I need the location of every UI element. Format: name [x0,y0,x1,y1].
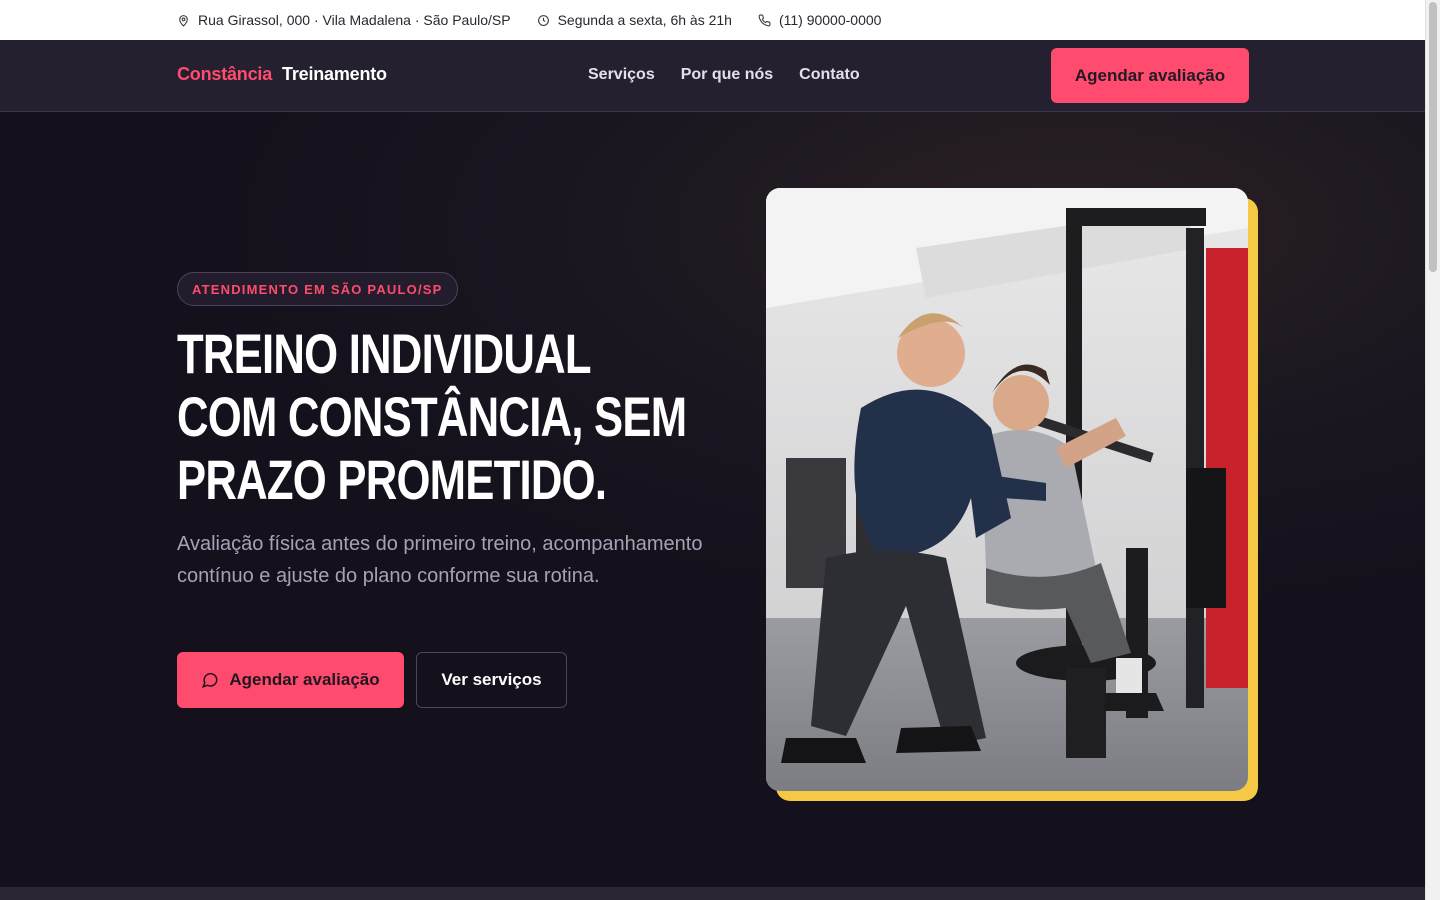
logo[interactable]: Constância Treinamento [177,64,387,85]
view-services-button[interactable]: Ver serviços [416,652,567,708]
top-info-bar: Rua Girassol, 000 · Vila Madalena · São … [0,0,1425,40]
nav-link-por-que-nos[interactable]: Por que nós [681,66,773,84]
hero-headline: TREINO INDIVIDUAL COM CONSTÂNCIA, SEM PR… [177,322,687,511]
headline-line-3: PRAZO PROMETIDO. [177,448,607,511]
phone-icon [758,14,771,26]
phone-text[interactable]: (11) 90000-0000 [779,12,881,28]
logo-primary: Constância [177,64,273,84]
logo-secondary: Treinamento [282,64,387,84]
main-navbar: Constância Treinamento Serviços Por que n… [0,40,1425,112]
map-pin-icon [179,14,188,27]
address-text: Rua Girassol, 000 · Vila Madalena · São … [198,12,511,28]
scrollbar-thumb[interactable] [1429,2,1437,272]
headline-line-2: COM CONSTÂNCIA, SEM [177,385,687,448]
headline-line-1: TREINO INDIVIDUAL [177,322,592,385]
hero-subtitle: Avaliação física antes do primeiro trein… [177,533,703,587]
schedule-evaluation-label: Agendar avaliação [229,670,380,689]
hero-photo [766,188,1248,791]
hours-text: Segunda a sexta, 6h às 21h [557,12,732,28]
clock-icon [537,14,549,26]
gym-training-illustration [766,188,1248,791]
hours-info: Segunda a sexta, 6h às 21h [537,12,732,28]
nav-link-contato[interactable]: Contato [799,66,859,84]
schedule-evaluation-button[interactable]: Agendar avaliação [177,652,404,708]
nav-links: Serviços Por que nós Contato [588,66,860,84]
phone-info[interactable]: (11) 90000-0000 [758,12,881,28]
address-info: Rua Girassol, 000 · Vila Madalena · São … [177,12,511,28]
nav-schedule-button[interactable]: Agendar avaliação [1051,48,1249,103]
next-section-edge [0,887,1425,900]
page-scrollbar[interactable] [1425,0,1440,900]
location-badge: ATENDIMENTO EM SÃO PAULO/SP [177,272,458,306]
nav-link-servicos[interactable]: Serviços [588,66,655,84]
chat-bubble-icon [202,672,218,688]
